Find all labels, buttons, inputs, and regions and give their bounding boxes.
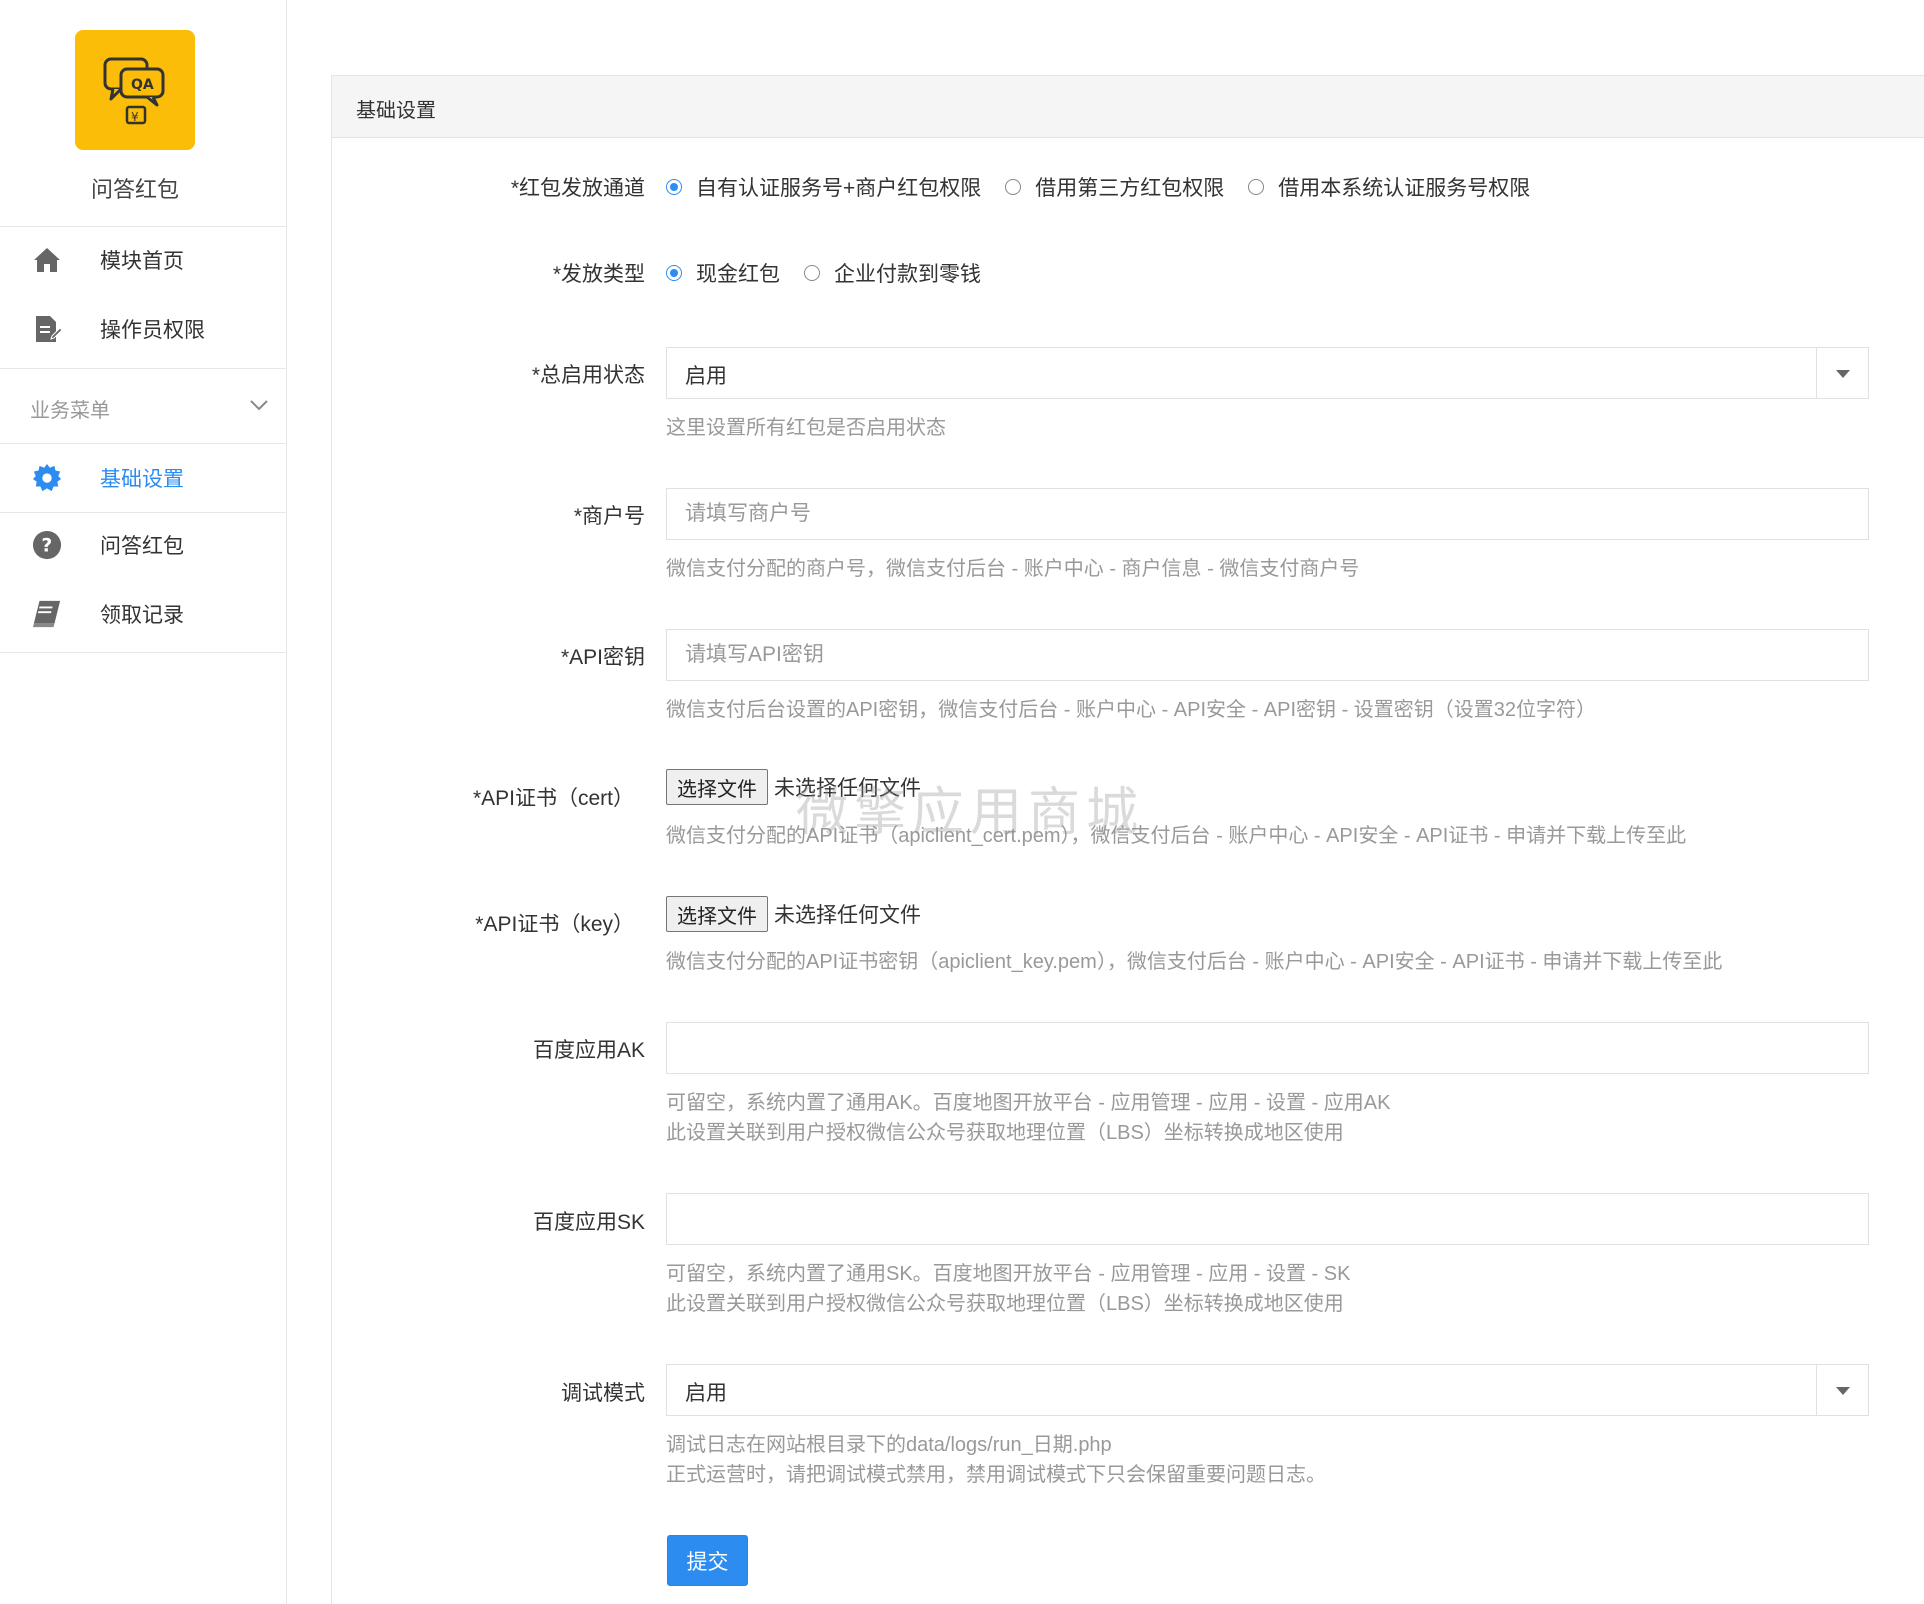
gear-icon bbox=[32, 463, 62, 493]
radio-label: 现金红包 bbox=[696, 263, 780, 286]
send-type-label: *发放类型 bbox=[552, 263, 645, 286]
chevron-down-icon[interactable] bbox=[248, 394, 270, 416]
debug-select-value: 启用 bbox=[685, 1382, 727, 1405]
sidebar-divider bbox=[0, 368, 286, 369]
debug-select[interactable]: 启用 bbox=[666, 1364, 1869, 1416]
chevron-down-icon[interactable] bbox=[1816, 1365, 1868, 1415]
baidu-sk-help: 可留空，系统内置了通用SK。百度地图开放平台 - 应用管理 - 应用 - 设置 … bbox=[666, 1263, 1351, 1285]
debug-label: 调试模式 bbox=[561, 1382, 645, 1405]
svg-text:?: ? bbox=[41, 536, 52, 557]
baidu-sk-input[interactable] bbox=[667, 1194, 1868, 1244]
panel-title: 基础设置 bbox=[356, 100, 436, 122]
qa-redpacket-icon: QA ¥ bbox=[103, 57, 165, 125]
baidu-sk-help-lbs: 此设置关联到用户授权微信公众号获取地理位置（LBS）坐标转换成地区使用 bbox=[666, 1293, 1344, 1315]
debug-help-production: 正式运营时，请把调试模式禁用，禁用调试模式下只会保留重要问题日志。 bbox=[666, 1464, 1326, 1486]
question-icon: ? bbox=[32, 530, 62, 560]
cert-help: 微信支付分配的API证书（apiclient_cert.pem），微信支付后台 … bbox=[666, 825, 1687, 847]
radio-checked[interactable] bbox=[666, 265, 682, 281]
api-key-label: *API密钥 bbox=[560, 646, 645, 669]
baidu-sk-label: 百度应用SK bbox=[532, 1211, 645, 1234]
sidebar-item-operator-permissions[interactable]: 操作员权限 bbox=[0, 299, 286, 359]
sidebar-divider bbox=[0, 443, 286, 444]
radio-unchecked[interactable] bbox=[804, 265, 820, 281]
mch-id-label: *商户号 bbox=[573, 505, 645, 528]
sidebar-item-label: 领取记录 bbox=[100, 604, 184, 627]
sidebar-item-label: 模块首页 bbox=[100, 250, 184, 273]
sidebar-divider bbox=[0, 512, 286, 513]
sidebar-divider bbox=[0, 652, 286, 653]
radio-checked[interactable] bbox=[666, 179, 682, 195]
key-help: 微信支付分配的API证书密钥（apiclient_key.pem），微信支付后台… bbox=[666, 951, 1723, 973]
status-select-value: 启用 bbox=[685, 365, 727, 388]
cert-choose-file-button[interactable]: 选择文件 bbox=[666, 769, 768, 805]
radio-unchecked[interactable] bbox=[1005, 179, 1022, 195]
channel-option-system[interactable]: 借用本系统认证服务号权限 bbox=[1248, 172, 1530, 202]
sidebar-item-claim-records[interactable]: 领取记录 bbox=[0, 584, 286, 644]
radio-label: 企业付款到零钱 bbox=[834, 263, 981, 286]
panel-header: 基础设置 bbox=[332, 76, 1924, 138]
baidu-ak-label: 百度应用AK bbox=[532, 1039, 645, 1062]
sidebar: QA ¥ 问答红包 模块首页 操作员权限 业务菜单 基础设置 ? 问答红包 领取… bbox=[0, 0, 287, 1604]
debug-help: 调试日志在网站根目录下的data/logs/run_日期.php bbox=[666, 1434, 1112, 1456]
channel-option-own[interactable]: 自有认证服务号+商户红包权限 bbox=[666, 172, 981, 202]
sidebar-item-home[interactable]: 模块首页 bbox=[0, 230, 286, 290]
svg-text:¥: ¥ bbox=[131, 110, 139, 124]
cert-file-status: 未选择任何文件 bbox=[774, 777, 921, 800]
key-label: *API证书（key） bbox=[475, 913, 634, 936]
status-select[interactable]: 启用 bbox=[666, 347, 1869, 399]
cert-file-picker: 选择文件 未选择任何文件 bbox=[666, 769, 921, 805]
send-type-option-cash[interactable]: 现金红包 bbox=[666, 258, 780, 288]
send-type-option-transfer[interactable]: 企业付款到零钱 bbox=[804, 258, 981, 288]
home-icon bbox=[32, 245, 62, 275]
channel-radio-group: 自有认证服务号+商户红包权限 借用第三方红包权限 借用本系统认证服务号权限 bbox=[666, 172, 1554, 202]
api-key-input[interactable] bbox=[667, 630, 1868, 680]
baidu-ak-field[interactable] bbox=[666, 1022, 1869, 1074]
app-name: 问答红包 bbox=[90, 177, 179, 202]
baidu-sk-field[interactable] bbox=[666, 1193, 1869, 1245]
document-edit-icon bbox=[32, 314, 62, 344]
sidebar-item-label: 操作员权限 bbox=[100, 319, 205, 342]
sidebar-divider bbox=[0, 226, 286, 227]
radio-unchecked[interactable] bbox=[1248, 179, 1265, 195]
app-logo[interactable]: QA ¥ bbox=[75, 30, 195, 150]
send-type-radio-group: 现金红包 企业付款到零钱 bbox=[666, 258, 1005, 288]
sidebar-item-label: 基础设置 bbox=[100, 468, 184, 491]
svg-text:QA: QA bbox=[131, 77, 154, 93]
baidu-ak-help: 可留空，系统内置了通用AK。百度地图开放平台 - 应用管理 - 应用 - 设置 … bbox=[666, 1092, 1391, 1114]
status-label: *总启用状态 bbox=[531, 364, 645, 387]
baidu-ak-input[interactable] bbox=[667, 1023, 1868, 1073]
cert-label: *API证书（cert） bbox=[472, 787, 634, 810]
radio-label: 借用第三方红包权限 bbox=[1035, 177, 1225, 200]
sidebar-section-label: 业务菜单 bbox=[30, 400, 110, 422]
api-key-help: 微信支付后台设置的API密钥，微信支付后台 - 账户中心 - API安全 - A… bbox=[666, 699, 1597, 721]
mch-id-input[interactable] bbox=[667, 489, 1868, 539]
mch-id-help: 微信支付分配的商户号，微信支付后台 - 账户中心 - 商户信息 - 微信支付商户… bbox=[666, 558, 1360, 580]
baidu-ak-help-lbs: 此设置关联到用户授权微信公众号获取地理位置（LBS）坐标转换成地区使用 bbox=[666, 1122, 1344, 1144]
mch-id-field[interactable] bbox=[666, 488, 1869, 540]
api-key-field[interactable] bbox=[666, 629, 1869, 681]
channel-label: *红包发放通道 bbox=[510, 177, 645, 200]
sidebar-item-label: 问答红包 bbox=[100, 535, 184, 558]
key-choose-file-button[interactable]: 选择文件 bbox=[666, 896, 768, 932]
sidebar-item-qa-redpacket[interactable]: ? 问答红包 bbox=[0, 515, 286, 575]
status-help: 这里设置所有红包是否启用状态 bbox=[666, 417, 946, 439]
radio-label: 自有认证服务号+商户红包权限 bbox=[696, 177, 982, 200]
key-file-status: 未选择任何文件 bbox=[774, 904, 921, 927]
chevron-down-icon[interactable] bbox=[1816, 348, 1868, 398]
submit-button[interactable]: 提交 bbox=[667, 1535, 748, 1586]
key-file-picker: 选择文件 未选择任何文件 bbox=[666, 896, 921, 932]
sidebar-item-basic-settings[interactable]: 基础设置 bbox=[0, 448, 286, 508]
radio-label: 借用本系统认证服务号权限 bbox=[1278, 177, 1531, 200]
book-icon bbox=[32, 599, 62, 629]
channel-option-third-party[interactable]: 借用第三方红包权限 bbox=[1005, 172, 1224, 202]
